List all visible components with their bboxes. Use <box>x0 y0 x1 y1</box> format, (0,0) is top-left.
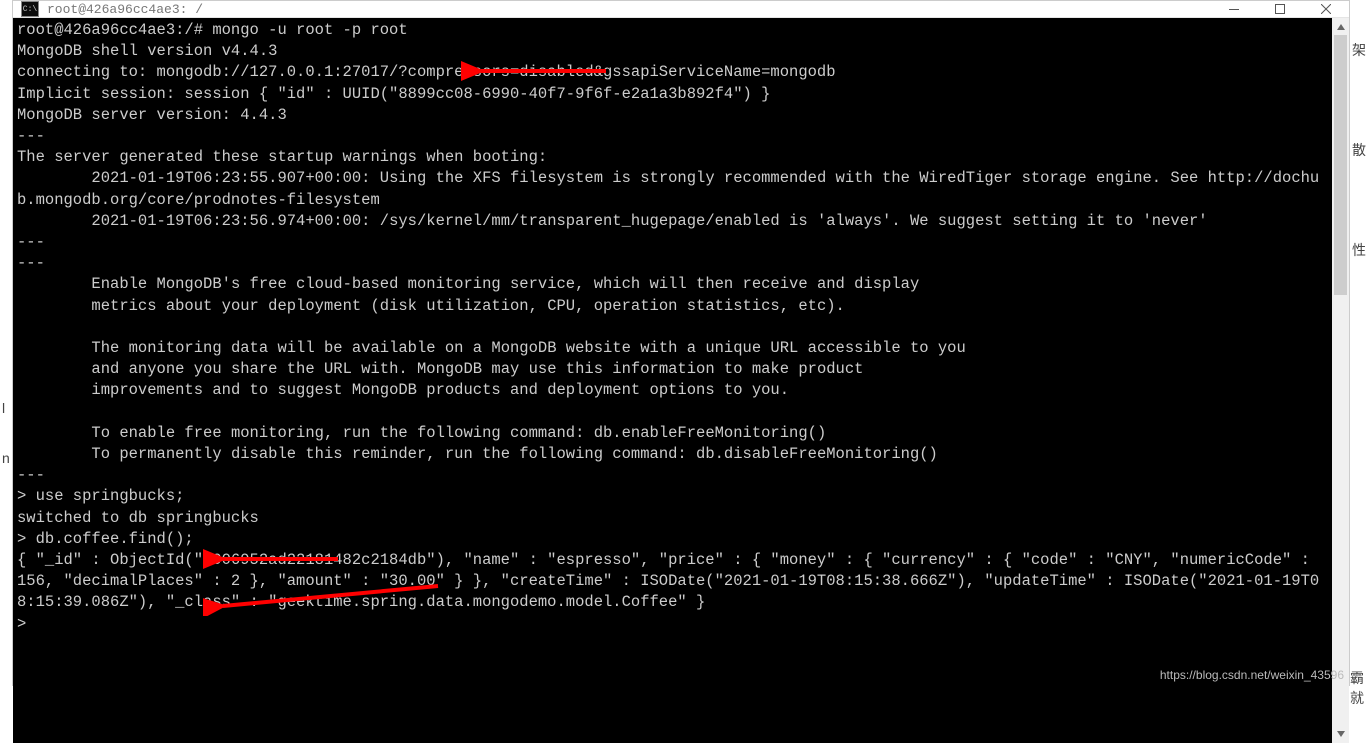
window-title: root@426a96cc4ae3: / <box>47 2 1211 17</box>
scroll-up-button[interactable] <box>1332 18 1349 35</box>
chevron-up-icon <box>1337 24 1345 30</box>
scroll-down-button[interactable] <box>1332 726 1349 743</box>
window-controls <box>1211 1 1349 17</box>
side-glyph: 散 <box>1352 140 1366 160</box>
minimize-icon <box>1229 9 1239 10</box>
minimize-button[interactable] <box>1211 1 1257 17</box>
terminal-window: C:\ root@426a96cc4ae3: / root@426a96cc4a… <box>12 0 1350 686</box>
chevron-down-icon <box>1337 731 1345 737</box>
maximize-icon <box>1275 4 1285 14</box>
terminal-output[interactable]: root@426a96cc4ae3:/# mongo -u root -p ro… <box>13 18 1332 743</box>
scrollbar[interactable] <box>1332 18 1349 743</box>
titlebar[interactable]: C:\ root@426a96cc4ae3: / <box>13 1 1349 18</box>
side-glyph: 架 <box>1352 40 1366 60</box>
side-glyph: l <box>2 400 5 416</box>
scroll-track[interactable] <box>1332 35 1349 726</box>
side-glyph: n <box>2 450 10 466</box>
side-glyph: 霸就 <box>1350 668 1366 708</box>
scroll-thumb[interactable] <box>1334 35 1347 295</box>
terminal-body: root@426a96cc4ae3:/# mongo -u root -p ro… <box>13 18 1349 743</box>
side-glyph: 性 <box>1352 240 1366 260</box>
watermark: https://blog.csdn.net/weixin_43596 <box>1160 668 1344 682</box>
right-page-strip: 架 散 性 霸就 <box>1350 0 1368 686</box>
maximize-button[interactable] <box>1257 1 1303 17</box>
close-button[interactable] <box>1303 1 1349 17</box>
cmd-icon: C:\ <box>21 1 39 17</box>
outer-frame: 架 散 性 霸就 l n C:\ root@426a96cc4ae3: / ro… <box>0 0 1368 686</box>
close-icon <box>1321 4 1331 14</box>
left-page-strip <box>0 0 12 686</box>
